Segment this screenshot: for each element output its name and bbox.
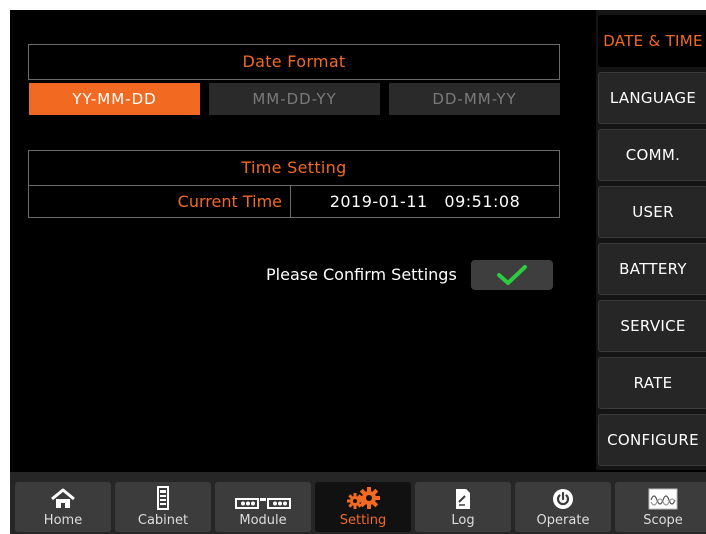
nav-home[interactable]: Home [15,482,111,532]
current-time-row: Current Time 2019-01-11 09:51:08 [29,185,559,218]
nav-log[interactable]: Log [415,482,511,532]
scope-icon [648,488,678,510]
current-time-label: Current Time [29,186,291,218]
date-format-option-dd-mm-yy[interactable]: DD-MM-YY [389,83,560,115]
log-icon [456,489,470,509]
gears-icon [347,487,380,509]
date-format-panel: Date Format [28,44,560,80]
time-setting-title: Time Setting [241,158,347,177]
nav-cabinet-label: Cabinet [137,513,189,528]
nav-operate-label: Operate [536,513,590,528]
bottom-nav: Home Cabinet Module Setting Log Operate … [10,472,706,534]
cabinet-icon [157,486,169,510]
side-menu-comm[interactable]: COMM. [598,129,706,181]
nav-module[interactable]: Module [215,482,311,532]
side-menu-service[interactable]: SERVICE [598,300,706,352]
side-menu-date-time[interactable]: DATE & TIME [598,15,706,67]
nav-log-label: Log [451,513,475,528]
checkmark-icon [497,265,527,285]
nav-module-label: Module [239,513,287,528]
nav-home-label: Home [43,513,83,528]
nav-scope-label: Scope [643,513,683,528]
nav-scope[interactable]: Scope [615,482,706,532]
confirm-settings-text: Please Confirm Settings [266,265,457,284]
side-menu-user[interactable]: USER [598,186,706,238]
confirm-button[interactable] [471,260,553,290]
date-format-title: Date Format [242,52,346,71]
date-format-option-mm-dd-yy[interactable]: MM-DD-YY [209,83,380,115]
nav-operate[interactable]: Operate [515,482,611,532]
time-setting-panel: Time Setting Current Time 2019-01-11 09:… [28,150,560,218]
power-icon [553,489,573,509]
current-time-value[interactable]: 2019-01-11 09:51:08 [291,186,559,218]
side-menu-language[interactable]: LANGUAGE [598,72,706,124]
nav-cabinet[interactable]: Cabinet [115,482,211,532]
nav-setting[interactable]: Setting [315,482,411,532]
side-menu-battery[interactable]: BATTERY [598,243,706,295]
side-menu-configure[interactable]: CONFIGURE [598,414,706,466]
side-menu: DATE & TIME LANGUAGE COMM. USER BATTERY … [596,10,706,470]
date-format-option-yy-mm-dd[interactable]: YY-MM-DD [29,83,200,115]
side-menu-rate[interactable]: RATE [598,357,706,409]
setting-screen: Date Format YY-MM-DD MM-DD-YY DD-MM-YY T… [10,10,706,534]
nav-setting-label: Setting [339,513,387,528]
home-icon [51,488,75,508]
module-icon [235,498,291,509]
